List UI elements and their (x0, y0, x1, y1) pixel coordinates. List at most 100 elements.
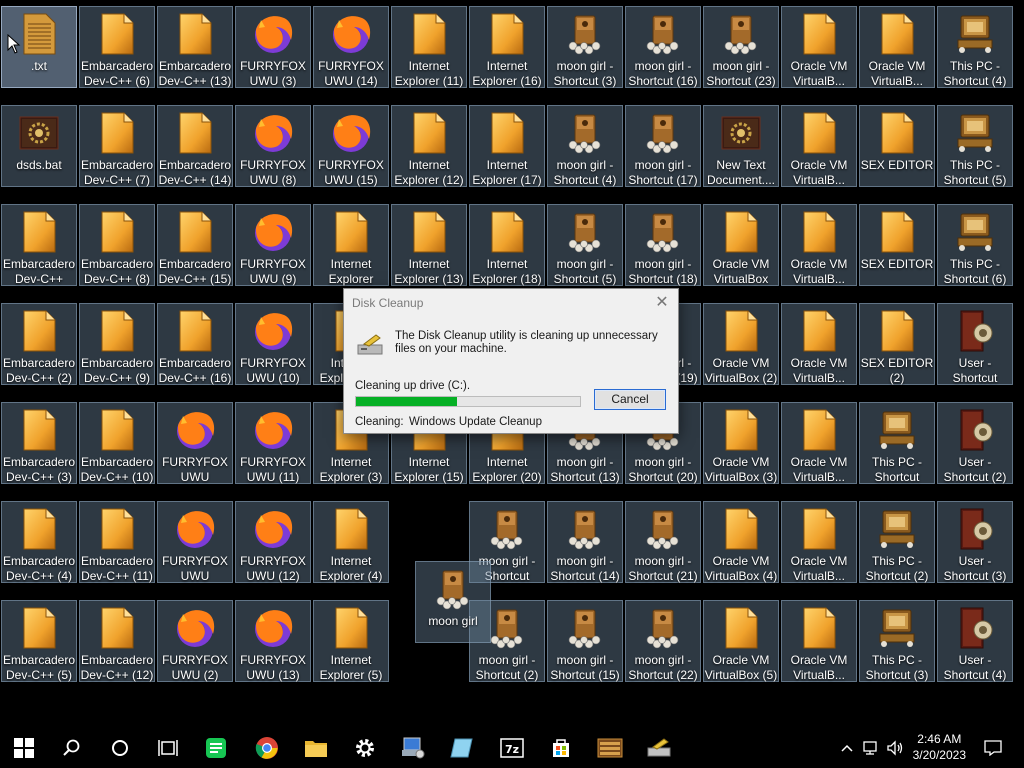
desktop-icon[interactable]: Embarcadero Dev-C++ (1, 204, 77, 286)
desktop-icon[interactable]: Embarcadero Dev-C++ (4) (1, 501, 77, 583)
volume-icon[interactable] (884, 728, 906, 768)
desktop-icon[interactable]: User - Shortcut (2) (937, 402, 1013, 484)
control-panel-icon[interactable] (389, 728, 437, 768)
settings-icon[interactable] (341, 728, 389, 768)
desktop-icon[interactable]: Internet Explorer (4) (313, 501, 389, 583)
desktop-icon[interactable]: moon girl - Shortcut (22) (625, 600, 701, 682)
desktop-icon[interactable]: Embarcadero Dev-C++ (12) (79, 600, 155, 682)
desktop-icon[interactable]: Oracle VM VirtualBox (2) (703, 303, 779, 385)
desktop-icon[interactable]: moon girl - Shortcut (18) (625, 204, 701, 286)
desktop-icon[interactable]: Embarcadero Dev-C++ (7) (79, 105, 155, 187)
desktop-icon[interactable]: moon girl - Shortcut (23) (703, 6, 779, 88)
desktop-icon[interactable]: Oracle VM VirtualB... (781, 501, 857, 583)
desktop-icon[interactable]: Oracle VM VirtualBox (4) (703, 501, 779, 583)
desktop-icon[interactable]: moon girl - Shortcut (17) (625, 105, 701, 187)
desktop-icon[interactable]: User - Shortcut (937, 303, 1013, 385)
desktop-icon[interactable]: SEX EDITOR (2) (859, 303, 935, 385)
desktop-icon[interactable]: Oracle VM VirtualB... (859, 6, 935, 88)
desktop-icon[interactable]: Oracle VM VirtualB... (781, 600, 857, 682)
desktop-icon[interactable]: Oracle VM VirtualBox (703, 204, 779, 286)
desktop-icon[interactable]: Internet Explorer (313, 204, 389, 286)
notepad-icon[interactable] (438, 728, 486, 768)
search-icon[interactable] (48, 728, 96, 768)
desktop-icon[interactable]: moon girl - Shortcut (21) (625, 501, 701, 583)
desktop-icon[interactable]: Oracle VM VirtualB... (781, 204, 857, 286)
desktop-icon[interactable]: FURRYFOX UWU (14) (313, 6, 389, 88)
desktop-icon[interactable]: dsds.bat (1, 105, 77, 187)
desktop-icon[interactable]: New Text Document.... (703, 105, 779, 187)
desktop-icon[interactable]: Embarcadero Dev-C++ (16) (157, 303, 233, 385)
archive-app-icon[interactable] (586, 728, 634, 768)
desktop-icon[interactable]: Internet Explorer (18) (469, 204, 545, 286)
windows-start-icon[interactable] (0, 728, 48, 768)
desktop-icon[interactable]: moon girl - Shortcut (5) (547, 204, 623, 286)
close-icon[interactable]: ✕ (652, 293, 672, 313)
desktop-icon[interactable]: moon girl - Shortcut (14) (547, 501, 623, 583)
chrome-icon[interactable] (243, 728, 291, 768)
desktop-icon[interactable]: This PC - Shortcut (4) (937, 6, 1013, 88)
desktop-icon[interactable]: FURRYFOX UWU (9) (235, 204, 311, 286)
desktop-icon[interactable]: Embarcadero Dev-C++ (2) (1, 303, 77, 385)
desktop-icon[interactable]: moon girl - Shortcut (15) (547, 600, 623, 682)
desktop-icon[interactable]: moon girl - Shortcut (4) (547, 105, 623, 187)
desktop-icon[interactable]: This PC - Shortcut (2) (859, 501, 935, 583)
file-explorer-icon[interactable] (292, 728, 340, 768)
desktop-icon[interactable]: User - Shortcut (4) (937, 600, 1013, 682)
desktop-icon[interactable]: FURRYFOX UWU (13) (235, 600, 311, 682)
desktop-icon[interactable]: FURRYFOX UWU (157, 402, 233, 484)
chevron-up-icon[interactable] (838, 728, 856, 768)
desktop-icon[interactable]: Internet Explorer (11) (391, 6, 467, 88)
desktop-icon[interactable]: Oracle VM VirtualB... (781, 6, 857, 88)
desktop-icon[interactable]: User - Shortcut (3) (937, 501, 1013, 583)
desktop-icon[interactable]: Embarcadero Dev-C++ (10) (79, 402, 155, 484)
desktop-icon[interactable]: This PC - Shortcut (859, 402, 935, 484)
desktop-icon[interactable]: moon girl - Shortcut (3) (547, 6, 623, 88)
desktop-icon[interactable]: This PC - Shortcut (5) (937, 105, 1013, 187)
clock[interactable]: 2:46 AM 3/20/2023 (913, 731, 966, 763)
desktop-icon[interactable]: Oracle VM VirtualB... (781, 105, 857, 187)
desktop-icon[interactable]: Internet Explorer (12) (391, 105, 467, 187)
desktop-icon[interactable]: FURRYFOX UWU (12) (235, 501, 311, 583)
desktop-icon[interactable]: SEX EDITOR (859, 105, 935, 187)
task-view-icon[interactable] (144, 728, 192, 768)
desktop-icon[interactable]: moon girl (415, 561, 491, 643)
7zip-icon[interactable]: 7z (488, 728, 536, 768)
notification-icon[interactable] (978, 728, 1008, 768)
desktop-icon[interactable]: Embarcadero Dev-C++ (11) (79, 501, 155, 583)
desktop-icon[interactable]: moon girl - Shortcut (16) (625, 6, 701, 88)
desktop-icon[interactable]: Embarcadero Dev-C++ (8) (79, 204, 155, 286)
desktop-icon[interactable]: Embarcadero Dev-C++ (6) (79, 6, 155, 88)
desktop-icon[interactable]: Internet Explorer (13) (391, 204, 467, 286)
desktop-icon[interactable]: FURRYFOX UWU (15) (313, 105, 389, 187)
desktop-icon[interactable]: Embarcadero Dev-C++ (9) (79, 303, 155, 385)
desktop-icon[interactable]: Oracle VM VirtualBox (5) (703, 600, 779, 682)
desktop-icon[interactable]: FURRYFOX UWU (11) (235, 402, 311, 484)
disk-cleanup-icon[interactable] (635, 728, 683, 768)
drive-status: Cleaning up drive (C:). (355, 380, 471, 392)
cortana-icon[interactable] (96, 728, 144, 768)
desktop-icon[interactable]: FURRYFOX UWU (8) (235, 105, 311, 187)
spreadsheet-app-icon[interactable] (192, 728, 240, 768)
desktop-icon[interactable]: SEX EDITOR (859, 204, 935, 286)
desktop-icon[interactable]: Embarcadero Dev-C++ (15) (157, 204, 233, 286)
desktop-icon[interactable]: Internet Explorer (5) (313, 600, 389, 682)
desktop-icon[interactable]: FURRYFOX UWU (2) (157, 600, 233, 682)
desktop-icon[interactable]: This PC - Shortcut (6) (937, 204, 1013, 286)
desktop-icon[interactable]: Embarcadero Dev-C++ (3) (1, 402, 77, 484)
desktop-icon[interactable]: Embarcadero Dev-C++ (14) (157, 105, 233, 187)
desktop-icon[interactable]: Oracle VM VirtualBox (3) (703, 402, 779, 484)
desktop-icon[interactable]: Internet Explorer (16) (469, 6, 545, 88)
desktop-icon[interactable]: Embarcadero Dev-C++ (5) (1, 600, 77, 682)
desktop-icon[interactable]: FURRYFOX UWU (3) (235, 6, 311, 88)
doc-icon (875, 210, 919, 254)
desktop-icon[interactable]: Oracle VM VirtualB... (781, 303, 857, 385)
store-icon[interactable] (537, 728, 585, 768)
desktop-icon[interactable]: FURRYFOX UWU (157, 501, 233, 583)
desktop-icon[interactable]: Oracle VM VirtualB... (781, 402, 857, 484)
desktop-icon[interactable]: Embarcadero Dev-C++ (13) (157, 6, 233, 88)
desktop-icon[interactable]: Internet Explorer (17) (469, 105, 545, 187)
network-icon[interactable] (860, 728, 882, 768)
desktop-icon[interactable]: FURRYFOX UWU (10) (235, 303, 311, 385)
desktop-icon[interactable]: This PC - Shortcut (3) (859, 600, 935, 682)
cancel-button[interactable]: Cancel (594, 389, 666, 410)
